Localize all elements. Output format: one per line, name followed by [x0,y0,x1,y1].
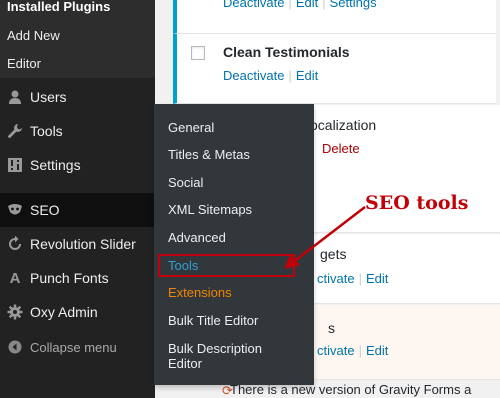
menu-label-revolution-slider: Revolution Slider [30,236,136,252]
menu-label-tools: Tools [30,123,63,139]
menu-item-seo[interactable]: SEO [0,193,155,227]
menu-item-revolution-slider[interactable]: Revolution Slider [0,227,155,261]
flyout-item-advanced[interactable]: Advanced [168,230,226,245]
plugin-actions: Deactivate | Edit [223,68,319,83]
settings-link[interactable]: Settings [330,0,377,10]
plugin-actions: ctivate | Edit [317,343,389,358]
annotation-arrow [284,206,366,269]
annotation-label: SEO tools [365,192,469,214]
flyout-item-xml-sitemaps[interactable]: XML Sitemaps [168,202,252,217]
plugins-submenu: Installed Plugins Add New Editor [0,0,155,78]
submenu-installed-plugins[interactable]: Installed Plugins [0,0,155,22]
edit-link[interactable]: Edit [296,68,318,83]
submenu-add-new[interactable]: Add New [0,22,155,50]
plugin-title: Clean Testimonials [223,44,350,60]
font-a-icon: A [9,269,21,287]
flyout-item-general[interactable]: General [168,120,214,135]
menu-item-settings[interactable]: Settings [0,148,155,182]
deactivate-link[interactable]: Deactivate [223,68,284,83]
activate-link[interactable]: ctivate [317,343,355,358]
menu-item-users[interactable]: Users [0,80,155,114]
menu-label-users: Users [30,89,67,105]
users-icon [0,89,30,105]
flyout-item-titles-metas[interactable]: Titles & Metas [168,147,250,162]
edit-link[interactable]: Edit [296,0,318,10]
plugin-actions: Deactivate | Edit | Settings [223,0,377,10]
menu-item-punch-fonts[interactable]: A Punch Fonts [0,261,155,295]
menu-label-punch-fonts: Punch Fonts [30,270,109,286]
collapse-menu-button[interactable]: Collapse menu [0,330,155,364]
plugin-row-clean-testimonials: Clean Testimonials Deactivate | Edit [173,34,496,104]
flyout-item-tools[interactable]: Tools [168,258,198,273]
menu-label-settings: Settings [30,157,81,173]
settings-icon [0,157,30,173]
plugin-title-fragment: ocalization [310,117,377,133]
collapse-arrow-icon [0,340,30,354]
admin-sidebar: Installed Plugins Add New Editor Users T… [0,0,155,398]
flyout-item-bulk-title-editor[interactable]: Bulk Title Editor [168,313,258,328]
collapse-menu-label: Collapse menu [30,339,117,355]
delete-link[interactable]: Delete [322,141,360,156]
submenu-editor[interactable]: Editor [0,50,155,78]
flyout-item-social[interactable]: Social [168,175,203,190]
menu-item-tools[interactable]: Tools [0,114,155,148]
flyout-item-extensions[interactable]: Extensions [168,285,232,300]
menu-label-oxy-admin: Oxy Admin [30,304,98,320]
yoast-seo-icon [0,203,30,217]
plugin-checkbox[interactable] [191,46,205,60]
edit-link[interactable]: Edit [366,343,388,358]
menu-item-oxy-admin[interactable]: Oxy Admin [0,295,155,329]
plugin-row: Deactivate | Edit | Settings [173,0,496,34]
wrench-icon [0,123,30,139]
gear-icon [0,304,30,320]
refresh-icon [0,236,30,252]
menu-label-seo: SEO [30,202,60,218]
plugin-title-fragment: s [328,320,335,336]
deactivate-link[interactable]: Deactivate [223,0,284,10]
flyout-item-bulk-description-editor[interactable]: Bulk Description Editor [168,341,288,371]
